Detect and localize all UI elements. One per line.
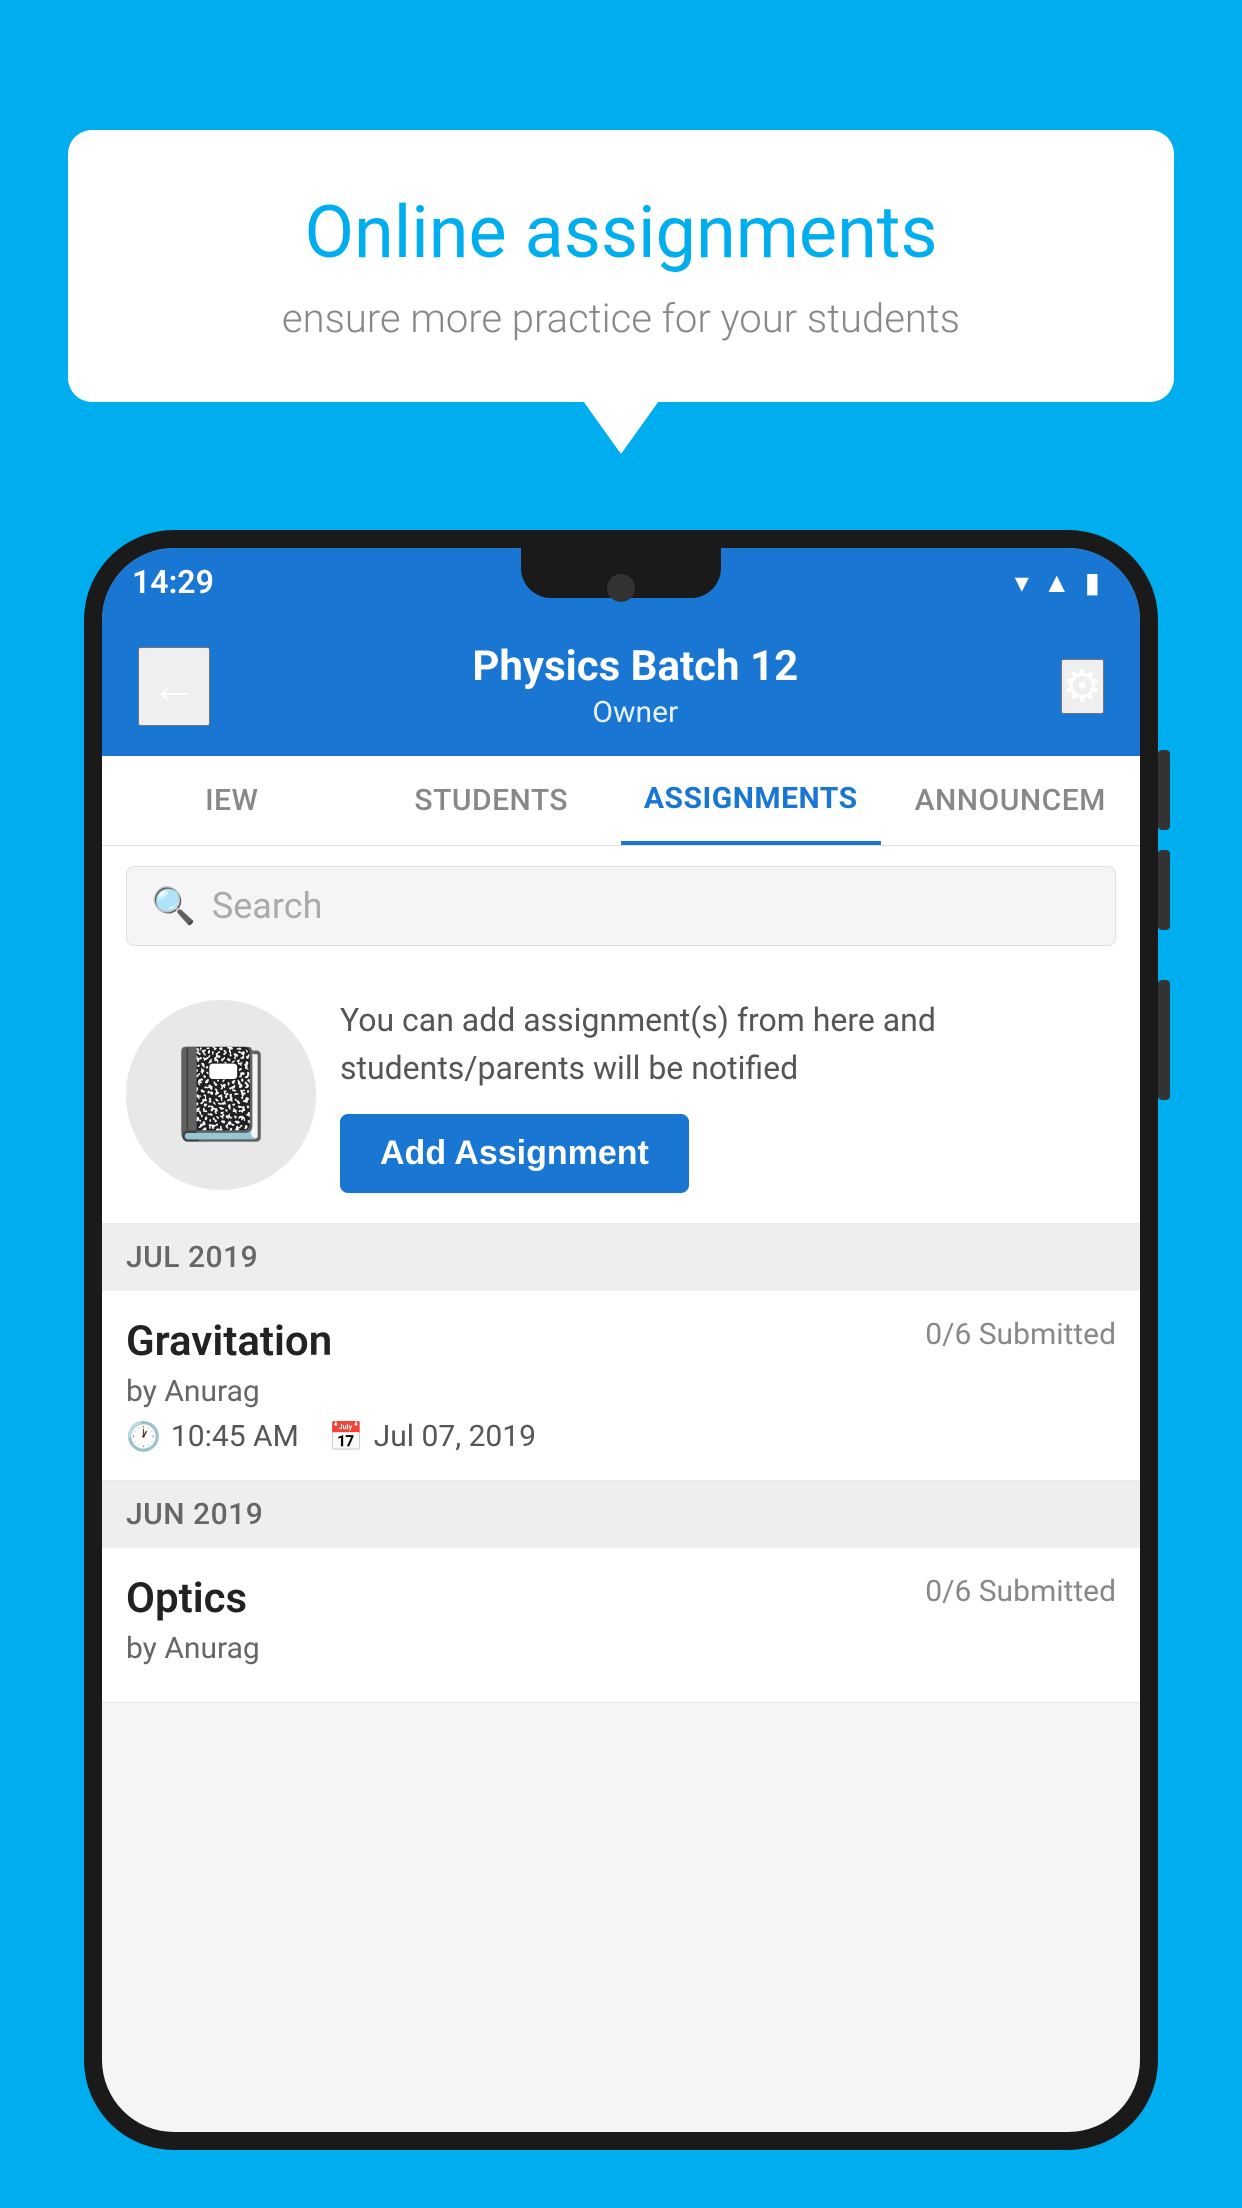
promo-card: 📓 You can add assignment(s) from here an…: [102, 966, 1140, 1224]
assignment-meta-gravitation: 🕐 10:45 AM 📅 Jul 07, 2019: [126, 1419, 1116, 1454]
assignment-submitted-optics: 0/6 Submitted: [925, 1574, 1116, 1609]
power-button: [1158, 980, 1170, 1100]
month-header-jun: JUN 2019: [102, 1481, 1140, 1548]
assignment-date: 📅 Jul 07, 2019: [329, 1419, 536, 1454]
assignment-time: 🕐 10:45 AM: [126, 1419, 299, 1454]
wifi-icon: ▾: [1015, 566, 1029, 599]
month-header-jul: JUL 2019: [102, 1224, 1140, 1291]
phone-screen: 14:29 ▾ ▲ ▮ ← Physics Batch 12 Owner ⚙ I…: [102, 548, 1140, 2132]
speech-bubble-container: Online assignments ensure more practice …: [68, 130, 1174, 402]
add-assignment-button[interactable]: Add Assignment: [340, 1114, 689, 1193]
assignment-item-gravitation[interactable]: Gravitation 0/6 Submitted by Anurag 🕐 10…: [102, 1291, 1140, 1481]
phone-camera: [607, 574, 635, 602]
promo-text-area: You can add assignment(s) from here and …: [340, 996, 1116, 1193]
app-bar-title-container: Physics Batch 12 Owner: [472, 642, 798, 730]
search-icon: 🔍: [151, 885, 196, 927]
tab-students[interactable]: STUDENTS: [362, 756, 622, 845]
search-placeholder: Search: [212, 885, 323, 927]
back-button[interactable]: ←: [138, 647, 210, 726]
search-bar[interactable]: 🔍 Search: [126, 866, 1116, 946]
phone-outer: 14:29 ▾ ▲ ▮ ← Physics Batch 12 Owner ⚙ I…: [84, 530, 1158, 2150]
app-bar-title: Physics Batch 12: [472, 642, 798, 691]
assignment-submitted-gravitation: 0/6 Submitted: [925, 1317, 1116, 1352]
assignment-time-value: 10:45 AM: [171, 1419, 299, 1454]
calendar-icon: 📅: [329, 1420, 364, 1453]
search-container: 🔍 Search: [102, 846, 1140, 966]
assignment-by-optics: by Anurag: [126, 1631, 1116, 1666]
bubble-subtitle: ensure more practice for your students: [138, 295, 1104, 342]
assignment-name-optics: Optics: [126, 1574, 247, 1623]
phone-container: 14:29 ▾ ▲ ▮ ← Physics Batch 12 Owner ⚙ I…: [84, 530, 1158, 2208]
assignment-by-gravitation: by Anurag: [126, 1374, 1116, 1409]
assignment-date-value: Jul 07, 2019: [374, 1419, 536, 1454]
signal-icon: ▲: [1043, 566, 1071, 599]
tab-assignments[interactable]: ASSIGNMENTS: [621, 756, 881, 845]
status-icons: ▾ ▲ ▮: [1015, 566, 1100, 599]
app-bar-subtitle: Owner: [472, 695, 798, 730]
volume-down-button: [1158, 850, 1170, 930]
notebook-icon: 📓: [165, 1042, 277, 1147]
tabs-bar: IEW STUDENTS ASSIGNMENTS ANNOUNCEM: [102, 756, 1140, 846]
tab-announcements[interactable]: ANNOUNCEM: [881, 756, 1141, 845]
assignment-top-row: Gravitation 0/6 Submitted: [126, 1317, 1116, 1366]
phone-notch: [521, 548, 721, 598]
settings-button[interactable]: ⚙: [1061, 659, 1104, 714]
promo-description: You can add assignment(s) from here and …: [340, 996, 1116, 1092]
speech-bubble: Online assignments ensure more practice …: [68, 130, 1174, 402]
tab-iew[interactable]: IEW: [102, 756, 362, 845]
assignment-name-gravitation: Gravitation: [126, 1317, 332, 1366]
bubble-title: Online assignments: [138, 190, 1104, 275]
app-bar: ← Physics Batch 12 Owner ⚙: [102, 616, 1140, 756]
promo-icon-circle: 📓: [126, 1000, 316, 1190]
assignment-item-optics[interactable]: Optics 0/6 Submitted by Anurag: [102, 1548, 1140, 1703]
assignment-top-row-optics: Optics 0/6 Submitted: [126, 1574, 1116, 1623]
battery-icon: ▮: [1085, 566, 1100, 599]
volume-up-button: [1158, 750, 1170, 830]
clock-icon: 🕐: [126, 1420, 161, 1453]
status-time: 14:29: [132, 563, 214, 601]
